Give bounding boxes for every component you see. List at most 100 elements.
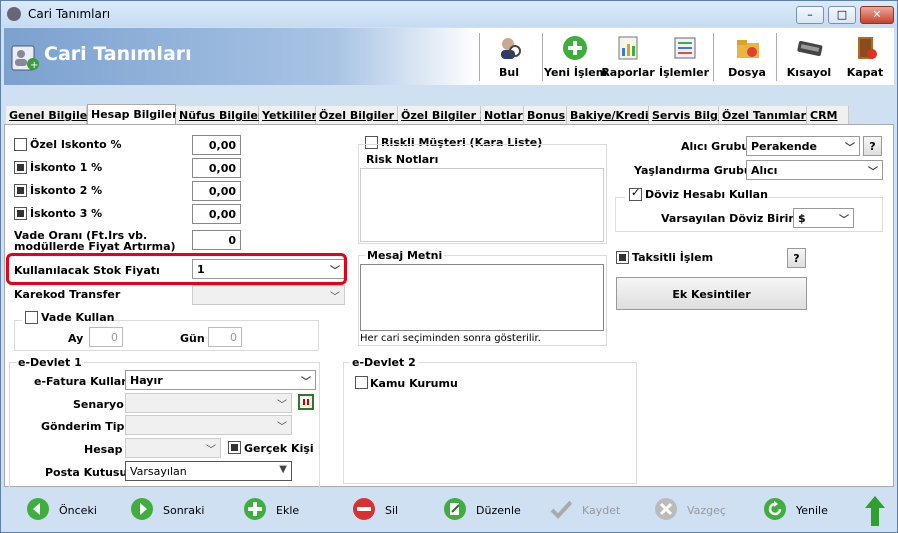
tab-ozel-bilgiler-2[interactable]: Özel Bilgiler 2: [398, 106, 488, 125]
ay-label: Ay: [68, 332, 84, 345]
gercek-kisi-checkbox[interactable]: [228, 441, 241, 454]
senaryo-select[interactable]: ﹀: [125, 393, 292, 413]
risk-notlari-textarea[interactable]: [360, 168, 604, 242]
sil-button[interactable]: Sil: [352, 497, 412, 523]
ekle-label: Ekle: [276, 504, 300, 517]
karekod-select[interactable]: ﹀: [192, 285, 345, 305]
ekle-button[interactable]: Ekle: [243, 497, 313, 523]
sonraki-button[interactable]: Sonraki: [130, 497, 210, 523]
efatura-label: e-Fatura Kullan: [34, 375, 130, 388]
sonraki-label: Sonraki: [163, 504, 205, 517]
taksitli-help-button[interactable]: ?: [787, 248, 806, 268]
doviz-birimi-select[interactable]: $ ﹀: [793, 208, 854, 228]
ek-kesintiler-button[interactable]: Ek Kesintiler: [616, 277, 807, 310]
operations-icon: [674, 37, 696, 59]
toolbar-separator: [776, 33, 777, 81]
iskonto-2-input[interactable]: 0,00: [192, 181, 241, 201]
kisayol-label: Kısayol: [786, 66, 832, 79]
efatura-select[interactable]: Hayır ﹀: [125, 370, 316, 390]
tab-bonus[interactable]: Bonus: [524, 106, 567, 125]
tab-hesap-bilgileri[interactable]: Hesap Bilgileri: [87, 104, 181, 125]
iskonto-1-input[interactable]: 0,00: [192, 158, 241, 178]
chevron-down-icon: ﹀: [868, 167, 878, 178]
kaydet-label: Kaydet: [582, 504, 621, 517]
refresh-icon: [764, 498, 786, 520]
iskonto-3-checkbox[interactable]: [14, 207, 27, 220]
yaslandirma-value: Alıcı: [751, 164, 778, 177]
iskonto-1-label: İskonto 1 %: [30, 161, 103, 174]
iskonto-3-input[interactable]: 0,00: [192, 204, 241, 224]
kamu-kurumu-checkbox[interactable]: [355, 376, 368, 389]
tab-nufus-bilgileri[interactable]: Nüfus Bilgileri: [176, 106, 267, 125]
kapat-button[interactable]: Kapat: [835, 31, 895, 83]
dosya-button[interactable]: Dosya: [717, 31, 777, 83]
arrow-up-icon[interactable]: [865, 496, 885, 526]
iskonto-2-label: İskonto 2 %: [30, 184, 103, 197]
maximize-button[interactable]: □: [828, 6, 856, 24]
posta-kutusu-value: Varsayılan: [130, 465, 187, 478]
hesap-select[interactable]: ﹀: [125, 438, 221, 458]
chevron-down-icon: ﹀: [206, 445, 216, 456]
gun-input[interactable]: 0: [208, 327, 242, 347]
app-icon: [7, 7, 21, 21]
efatura-value: Hayır: [130, 374, 163, 387]
search-user-icon: [501, 38, 521, 59]
vazgec-label: Vazgeç: [687, 504, 726, 517]
yenile-button[interactable]: Yenile: [763, 497, 843, 523]
minimize-button[interactable]: –: [796, 6, 824, 24]
mesaj-metni-textarea[interactable]: [360, 264, 604, 331]
tab-bakiye-kredi[interactable]: Bakiye/Kredi: [567, 106, 649, 125]
cancel-icon: [655, 498, 677, 520]
close-button[interactable]: ✕: [860, 6, 894, 24]
arrow-right-icon: [131, 498, 153, 520]
gonderim-tipi-select[interactable]: ﹀: [125, 415, 292, 435]
tab-ozel-tanimlar[interactable]: Özel Tanımlar: [719, 106, 807, 125]
onceki-label: Önceki: [59, 504, 97, 517]
islemler-button[interactable]: İşlemler: [654, 31, 714, 83]
exit-door-icon: [858, 37, 877, 59]
yenile-label: Yenile: [796, 504, 828, 517]
plus-icon: [244, 498, 266, 520]
chevron-down-icon: ﹀: [845, 143, 855, 154]
yaslandirma-label: Yaşlandırma Grubu: [634, 164, 752, 177]
onceki-button[interactable]: Önceki: [26, 497, 106, 523]
kisayol-button[interactable]: Kısayol: [779, 31, 839, 83]
duzenle-button[interactable]: Düzenle: [443, 497, 533, 523]
vazgec-button[interactable]: Vazgeç: [654, 497, 734, 523]
minus-icon: [353, 498, 375, 520]
tab-crm[interactable]: CRM: [807, 106, 849, 125]
posta-kutusu-select[interactable]: Varsayılan ▼: [125, 461, 292, 481]
alici-grubu-select[interactable]: Perakende ﹀: [746, 136, 860, 156]
vade-kullan-checkbox[interactable]: [25, 311, 38, 324]
svg-text:+: +: [30, 60, 38, 71]
doviz-hesabi-checkbox[interactable]: [629, 186, 642, 201]
ay-input[interactable]: 0: [89, 327, 123, 347]
senaryo-label: Senaryo: [73, 398, 124, 411]
ozel-iskonto-label: Özel Iskonto %: [30, 138, 122, 151]
yaslandirma-select[interactable]: Alıcı ﹀: [746, 160, 883, 180]
senaryo-pause-button[interactable]: [298, 394, 314, 410]
chevron-down-icon: ﹀: [301, 377, 311, 388]
cari-users-icon: +: [11, 45, 39, 71]
edevlet-1-title: e-Devlet 1: [16, 356, 84, 369]
page-title: Cari Tanımları: [44, 43, 192, 65]
main-window: Cari Tanımları – □ ✕ + Cari Tanımları Bu…: [0, 0, 898, 533]
iskonto-2-checkbox[interactable]: [14, 184, 27, 197]
tab-notlar[interactable]: Notlar: [481, 106, 524, 125]
iskonto-1-checkbox[interactable]: [14, 161, 27, 174]
bul-button[interactable]: Bul: [479, 31, 539, 83]
chevron-down-icon: ﹀: [277, 422, 287, 433]
alici-grubu-help-button[interactable]: ?: [863, 136, 882, 156]
tab-yetkililer[interactable]: Yetkililer: [259, 106, 317, 125]
vade-orani-input[interactable]: 0: [192, 230, 241, 250]
ozel-iskonto-checkbox[interactable]: [14, 138, 27, 151]
kaydet-button[interactable]: Kaydet: [549, 497, 629, 523]
tab-ozel-bilgiler-1[interactable]: Özel Bilgiler 1: [316, 106, 406, 125]
yeni-islem-button[interactable]: Yeni İşlem: [544, 31, 607, 83]
tab-genel-bilgiler[interactable]: Genel Bilgiler: [6, 106, 93, 125]
mesaj-hint: Her cari seçiminden sonra gösterilir.: [360, 333, 541, 344]
tab-servis-bilg[interactable]: Servis Bilg.: [649, 106, 722, 125]
taksitli-islem-checkbox[interactable]: [616, 251, 629, 264]
ozel-iskonto-input[interactable]: 0,00: [192, 135, 241, 155]
raporlar-button[interactable]: Raporlar: [598, 31, 658, 83]
